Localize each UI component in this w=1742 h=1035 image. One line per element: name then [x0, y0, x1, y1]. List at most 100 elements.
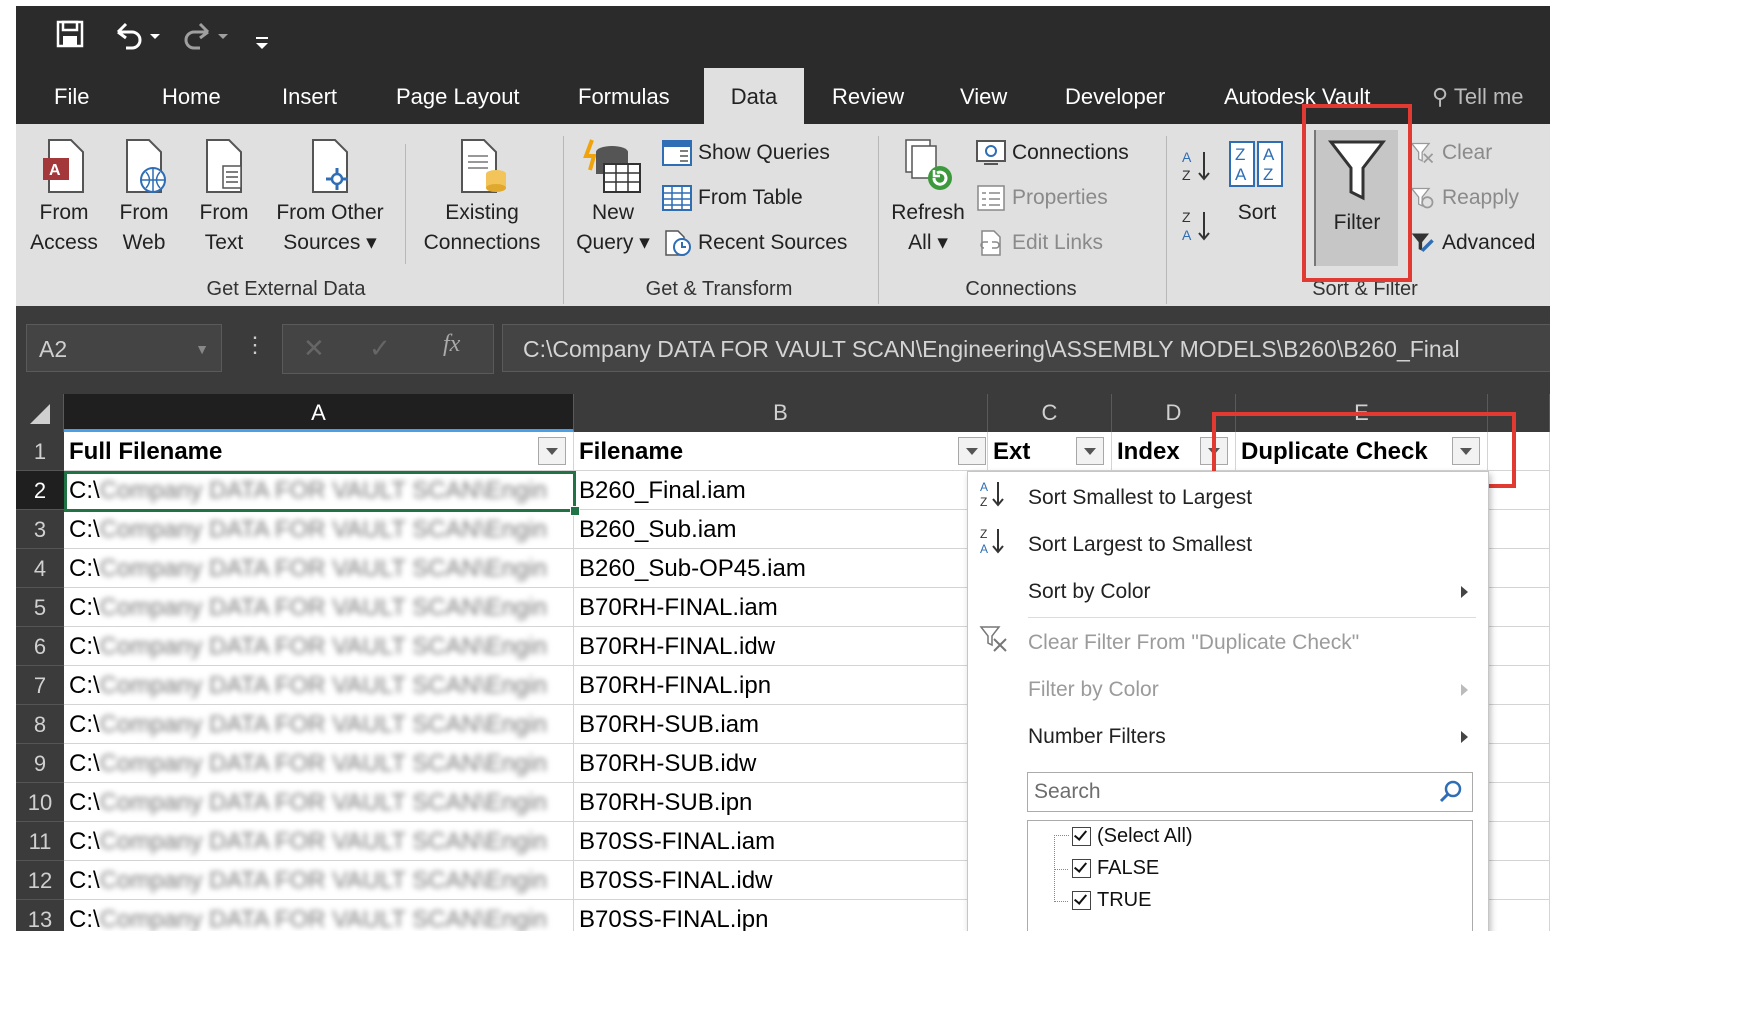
checkbox-checked[interactable]	[1072, 891, 1091, 911]
table-cell[interactable]	[1488, 627, 1550, 666]
customize-qat-icon[interactable]	[254, 30, 270, 58]
table-cell[interactable]	[1488, 705, 1550, 744]
header-cell[interactable]: Filename	[574, 432, 988, 471]
filter-dropdown-button[interactable]	[958, 437, 986, 465]
tab-data[interactable]: Data	[704, 68, 804, 124]
sort-a-z-button[interactable]: AZ	[1176, 146, 1216, 195]
select-all-corner[interactable]	[16, 394, 64, 432]
reapply-button[interactable]: Reapply	[1410, 181, 1519, 215]
menu-sort-descending[interactable]: Sort Largest to Smallest	[1028, 525, 1252, 565]
table-cell[interactable]: C:\Company DATA FOR VAULT SCAN\Engin	[64, 588, 574, 627]
existing-connections-button[interactable]: Existing Connections	[414, 138, 550, 258]
column-header-a[interactable]: A	[64, 394, 574, 432]
connections-button[interactable]: Connections	[976, 136, 1129, 170]
filter-search-input[interactable]: Search	[1027, 772, 1473, 812]
table-cell[interactable]: B70RH-FINAL.ipn	[574, 666, 988, 705]
tab-insert[interactable]: Insert	[282, 68, 337, 124]
filter-value-select-all[interactable]: (Select All)	[1072, 821, 1193, 851]
properties-button[interactable]: Properties	[976, 181, 1108, 215]
table-cell[interactable]: B70RH-FINAL.iam	[574, 588, 988, 627]
table-cell[interactable]: C:\Company DATA FOR VAULT SCAN\Engin	[64, 744, 574, 783]
table-cell[interactable]: C:\Company DATA FOR VAULT SCAN\Engin	[64, 861, 574, 900]
clear-filter-button[interactable]: Clear	[1410, 136, 1492, 170]
table-cell[interactable]: B70RH-SUB.iam	[574, 705, 988, 744]
table-cell[interactable]: B260_Sub.iam	[574, 510, 988, 549]
row-header-10[interactable]: 10	[16, 783, 64, 822]
row-header-11[interactable]: 11	[16, 822, 64, 861]
from-text-button[interactable]: From Text	[192, 138, 256, 258]
undo-icon[interactable]	[112, 20, 162, 57]
checkbox-checked[interactable]	[1072, 827, 1091, 847]
tab-formulas[interactable]: Formulas	[578, 68, 670, 124]
table-cell[interactable]: B70SS-FINAL.ipn	[574, 900, 988, 931]
from-access-button[interactable]: A From Access	[26, 138, 102, 258]
table-cell[interactable]: B260_Sub-OP45.iam	[574, 549, 988, 588]
table-cell[interactable]: C:\Company DATA FOR VAULT SCAN\Engin	[64, 510, 574, 549]
row-header-3[interactable]: 3	[16, 510, 64, 549]
table-cell[interactable]: C:\Company DATA FOR VAULT SCAN\Engin	[64, 549, 574, 588]
search-icon[interactable]	[1438, 779, 1464, 805]
advanced-filter-button[interactable]: Advanced	[1410, 226, 1535, 260]
table-cell[interactable]	[1488, 822, 1550, 861]
save-icon[interactable]	[56, 20, 84, 55]
tab-home[interactable]: Home	[162, 68, 221, 124]
table-cell[interactable]: B70RH-FINAL.idw	[574, 627, 988, 666]
recent-sources-button[interactable]: Recent Sources	[662, 226, 847, 260]
filter-value-true[interactable]: TRUE	[1072, 885, 1151, 915]
row-header-4[interactable]: 4	[16, 549, 64, 588]
filter-dropdown-button[interactable]	[538, 437, 566, 465]
table-cell[interactable]: C:\Company DATA FOR VAULT SCAN\Engin	[64, 822, 574, 861]
table-cell[interactable]: C:\Company DATA FOR VAULT SCAN\Engin	[64, 666, 574, 705]
row-header-6[interactable]: 6	[16, 627, 64, 666]
tab-view[interactable]: View	[960, 68, 1007, 124]
checkbox-checked[interactable]	[1072, 859, 1091, 879]
header-cell[interactable]: Full Filename	[64, 432, 574, 471]
table-cell[interactable]: C:\Company DATA FOR VAULT SCAN\Engin	[64, 471, 574, 510]
formula-bar-options-icon[interactable]: ⋮	[244, 332, 266, 358]
tell-me-search[interactable]: ⚲ Tell me	[1432, 68, 1524, 124]
from-web-button[interactable]: From Web	[112, 138, 176, 258]
table-cell[interactable]: B70RH-SUB.ipn	[574, 783, 988, 822]
menu-filter-by-color[interactable]: Filter by Color	[1028, 670, 1159, 710]
filter-value-false[interactable]: FALSE	[1072, 853, 1159, 883]
formula-input[interactable]: C:\Company DATA FOR VAULT SCAN\Engineeri…	[502, 324, 1550, 372]
table-cell[interactable]	[1488, 744, 1550, 783]
tab-developer[interactable]: Developer	[1065, 68, 1165, 124]
tab-file[interactable]: File	[54, 68, 89, 124]
name-box[interactable]: A2 ▼	[26, 324, 222, 372]
tab-review[interactable]: Review	[832, 68, 904, 124]
row-header-13[interactable]: 13	[16, 900, 64, 931]
table-cell[interactable]: B70SS-FINAL.iam	[574, 822, 988, 861]
from-other-sources-button[interactable]: From Other Sources ▾	[268, 138, 392, 258]
header-cell[interactable]: Ext	[988, 432, 1112, 471]
row-header-7[interactable]: 7	[16, 666, 64, 705]
new-query-button[interactable]: New Query ▾	[572, 138, 654, 258]
insert-function-icon[interactable]: fx	[443, 331, 460, 358]
cancel-icon[interactable]: ✕	[303, 333, 325, 364]
sort-z-a-button[interactable]: ZA	[1176, 206, 1216, 255]
row-header-9[interactable]: 9	[16, 744, 64, 783]
table-cell[interactable]	[1488, 549, 1550, 588]
fill-handle[interactable]	[570, 506, 580, 516]
sort-button[interactable]: ZAAZ Sort	[1222, 138, 1292, 228]
chevron-down-icon[interactable]: ▼	[195, 325, 209, 373]
refresh-all-button[interactable]: Refresh All ▾	[886, 138, 970, 258]
table-cell[interactable]: B260_Final.iam	[574, 471, 988, 510]
table-cell[interactable]: C:\Company DATA FOR VAULT SCAN\Engin	[64, 900, 574, 931]
table-cell[interactable]	[1488, 783, 1550, 822]
table-cell[interactable]: C:\Company DATA FOR VAULT SCAN\Engin	[64, 783, 574, 822]
row-header-2[interactable]: 2	[16, 471, 64, 510]
table-cell[interactable]: C:\Company DATA FOR VAULT SCAN\Engin	[64, 627, 574, 666]
table-cell[interactable]: C:\Company DATA FOR VAULT SCAN\Engin	[64, 705, 574, 744]
table-cell[interactable]	[1488, 588, 1550, 627]
column-header-b[interactable]: B	[574, 394, 988, 432]
show-queries-button[interactable]: Show Queries	[662, 136, 830, 170]
table-cell[interactable]	[1488, 861, 1550, 900]
menu-sort-by-color[interactable]: Sort by Color	[1028, 572, 1151, 612]
from-table-button[interactable]: From Table	[662, 181, 803, 215]
edit-links-button[interactable]: Edit Links	[976, 226, 1103, 260]
table-cell[interactable]	[1488, 900, 1550, 931]
row-header-12[interactable]: 12	[16, 861, 64, 900]
table-cell[interactable]	[1488, 666, 1550, 705]
table-cell[interactable]: B70SS-FINAL.idw	[574, 861, 988, 900]
